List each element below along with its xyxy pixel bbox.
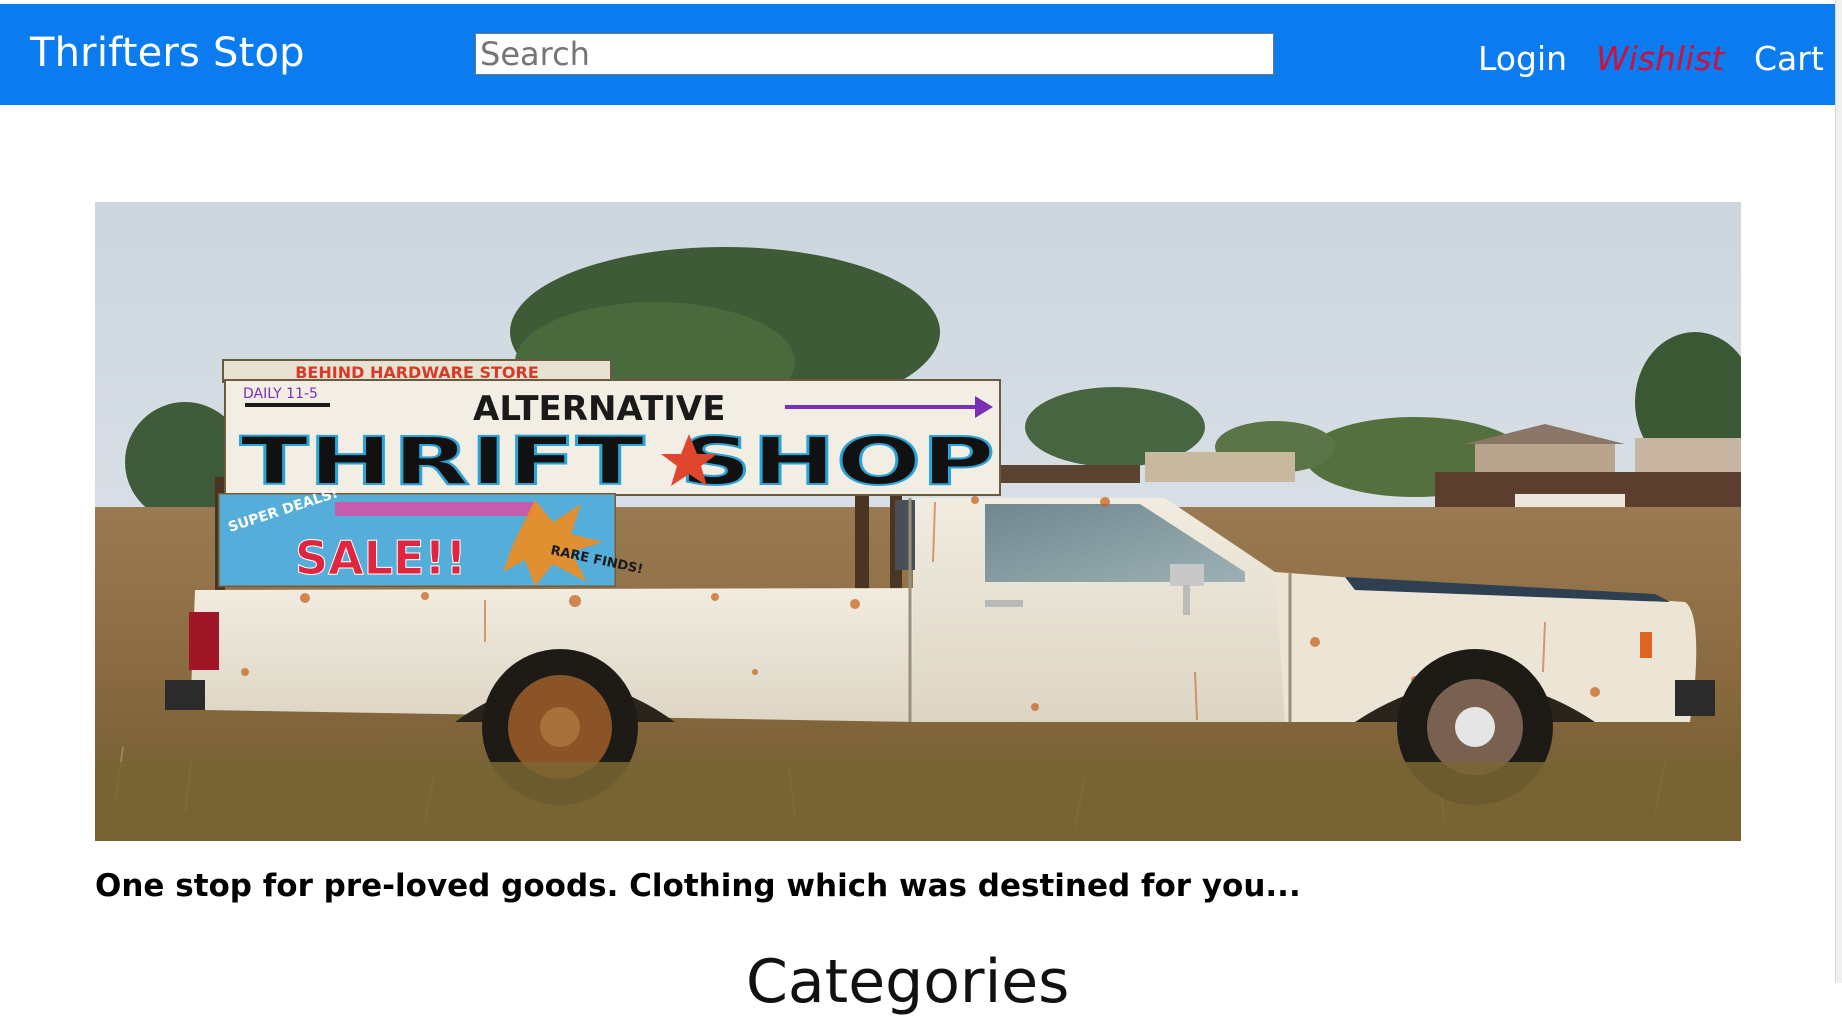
categories-heading: Categories xyxy=(746,947,1070,1017)
sign-thrift-shop: THRIFT SHOP xyxy=(240,423,995,500)
top-navbar: Thrifters Stop Login Wishlist Cart xyxy=(0,4,1836,105)
search-input[interactable] xyxy=(475,33,1274,75)
brand-logo[interactable]: Thrifters Stop xyxy=(30,30,305,76)
hero-image: BEHIND HARDWARE STORE DAILY 11-5 ALTERNA… xyxy=(95,202,1741,841)
wishlist-link[interactable]: Wishlist xyxy=(1596,39,1724,78)
hero-tagline: One stop for pre-loved goods. Clothing w… xyxy=(95,868,1301,904)
sign-hours: DAILY 11-5 xyxy=(243,386,318,402)
sign-sale: SALE!! xyxy=(295,531,466,585)
cart-link[interactable]: Cart xyxy=(1754,39,1824,78)
thrift-truck-photo: BEHIND HARDWARE STORE DAILY 11-5 ALTERNA… xyxy=(95,202,1741,841)
page-scrollbar[interactable] xyxy=(1835,0,1842,983)
login-link[interactable]: Login xyxy=(1478,39,1567,78)
